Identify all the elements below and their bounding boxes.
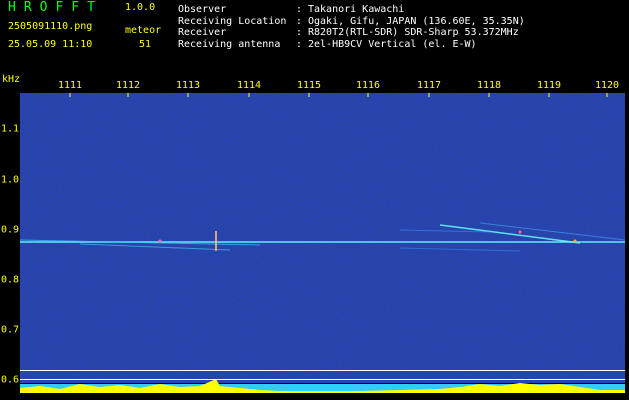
info-row-observer: Observer : Takanori Kawachi (178, 4, 525, 16)
info-key: Receiver (178, 27, 227, 38)
x-tick-label: 1117 (416, 80, 442, 91)
info-value: R820T2(RTL-SDR) SDR-Sharp 53.372MHz (308, 27, 519, 38)
info-row-antenna: Receiving antenna : 2el-HB9CV Vertical (… (178, 39, 525, 51)
info-key: Observer (178, 4, 227, 15)
meteor-hotspot (158, 239, 162, 243)
info-value: 2el-HB9CV Vertical (el. E-W) (308, 38, 477, 50)
x-tick-label: 1113 (175, 80, 201, 91)
spectrogram (20, 93, 625, 393)
info-key: Receiving antenna (178, 38, 281, 50)
band-frame-top (20, 370, 625, 371)
x-tick-label: 1111 (57, 80, 83, 91)
x-tick-label: 1120 (594, 80, 620, 91)
file-name: 2505091110.png (8, 21, 93, 32)
info-row-receiver: Receiver : R820T2(RTL-SDR) SDR-Sharp 53.… (178, 27, 525, 39)
band-frame-mid (20, 379, 625, 380)
info-separator: : (296, 4, 303, 15)
info-value: Takanori Kawachi (308, 4, 405, 15)
app-name: HROFFT (8, 0, 103, 15)
info-separator: : (296, 27, 303, 38)
info-separator: : (296, 15, 303, 27)
app-version: 1.0.0 (125, 2, 156, 13)
y-tick-label: 0.7 (1, 324, 20, 336)
header-panel: HROFFT 1.0.0 2505091110.png meteor 25.05… (0, 0, 629, 74)
x-tick-label: 1119 (536, 80, 562, 91)
meteor-count: 51 (139, 39, 152, 50)
y-tick-label: 1.1 (1, 123, 20, 135)
y-tick-label: 1.0 (1, 174, 20, 186)
info-key: Receiving Location (178, 15, 287, 27)
meteor-label: meteor (125, 25, 162, 36)
y-tick-label: 0.9 (1, 224, 20, 236)
x-tick-label: 1112 (115, 80, 141, 91)
meteor-hotspot (518, 230, 522, 234)
info-row-location: Receiving Location : Ogaki, Gifu, JAPAN … (178, 16, 525, 28)
x-tick-label: 1115 (296, 80, 322, 91)
x-tick-label: 1114 (236, 80, 262, 91)
station-info: Observer : Takanori Kawachi Receiving Lo… (178, 4, 525, 50)
y-tick-label: 0.6 (1, 374, 20, 386)
x-tick-label: 1116 (355, 80, 381, 91)
info-value: Ogaki, Gifu, JAPAN (136.60E, 35.35N) (308, 15, 525, 27)
y-axis-unit: kHz (2, 74, 21, 85)
y-tick-label: 0.8 (1, 274, 20, 286)
noise-floor (20, 93, 625, 383)
meteor-hotspot (573, 239, 577, 243)
x-tick-label: 1118 (476, 80, 502, 91)
info-separator: : (296, 38, 303, 50)
timestamp: 25.05.09 11:10 (8, 39, 93, 50)
